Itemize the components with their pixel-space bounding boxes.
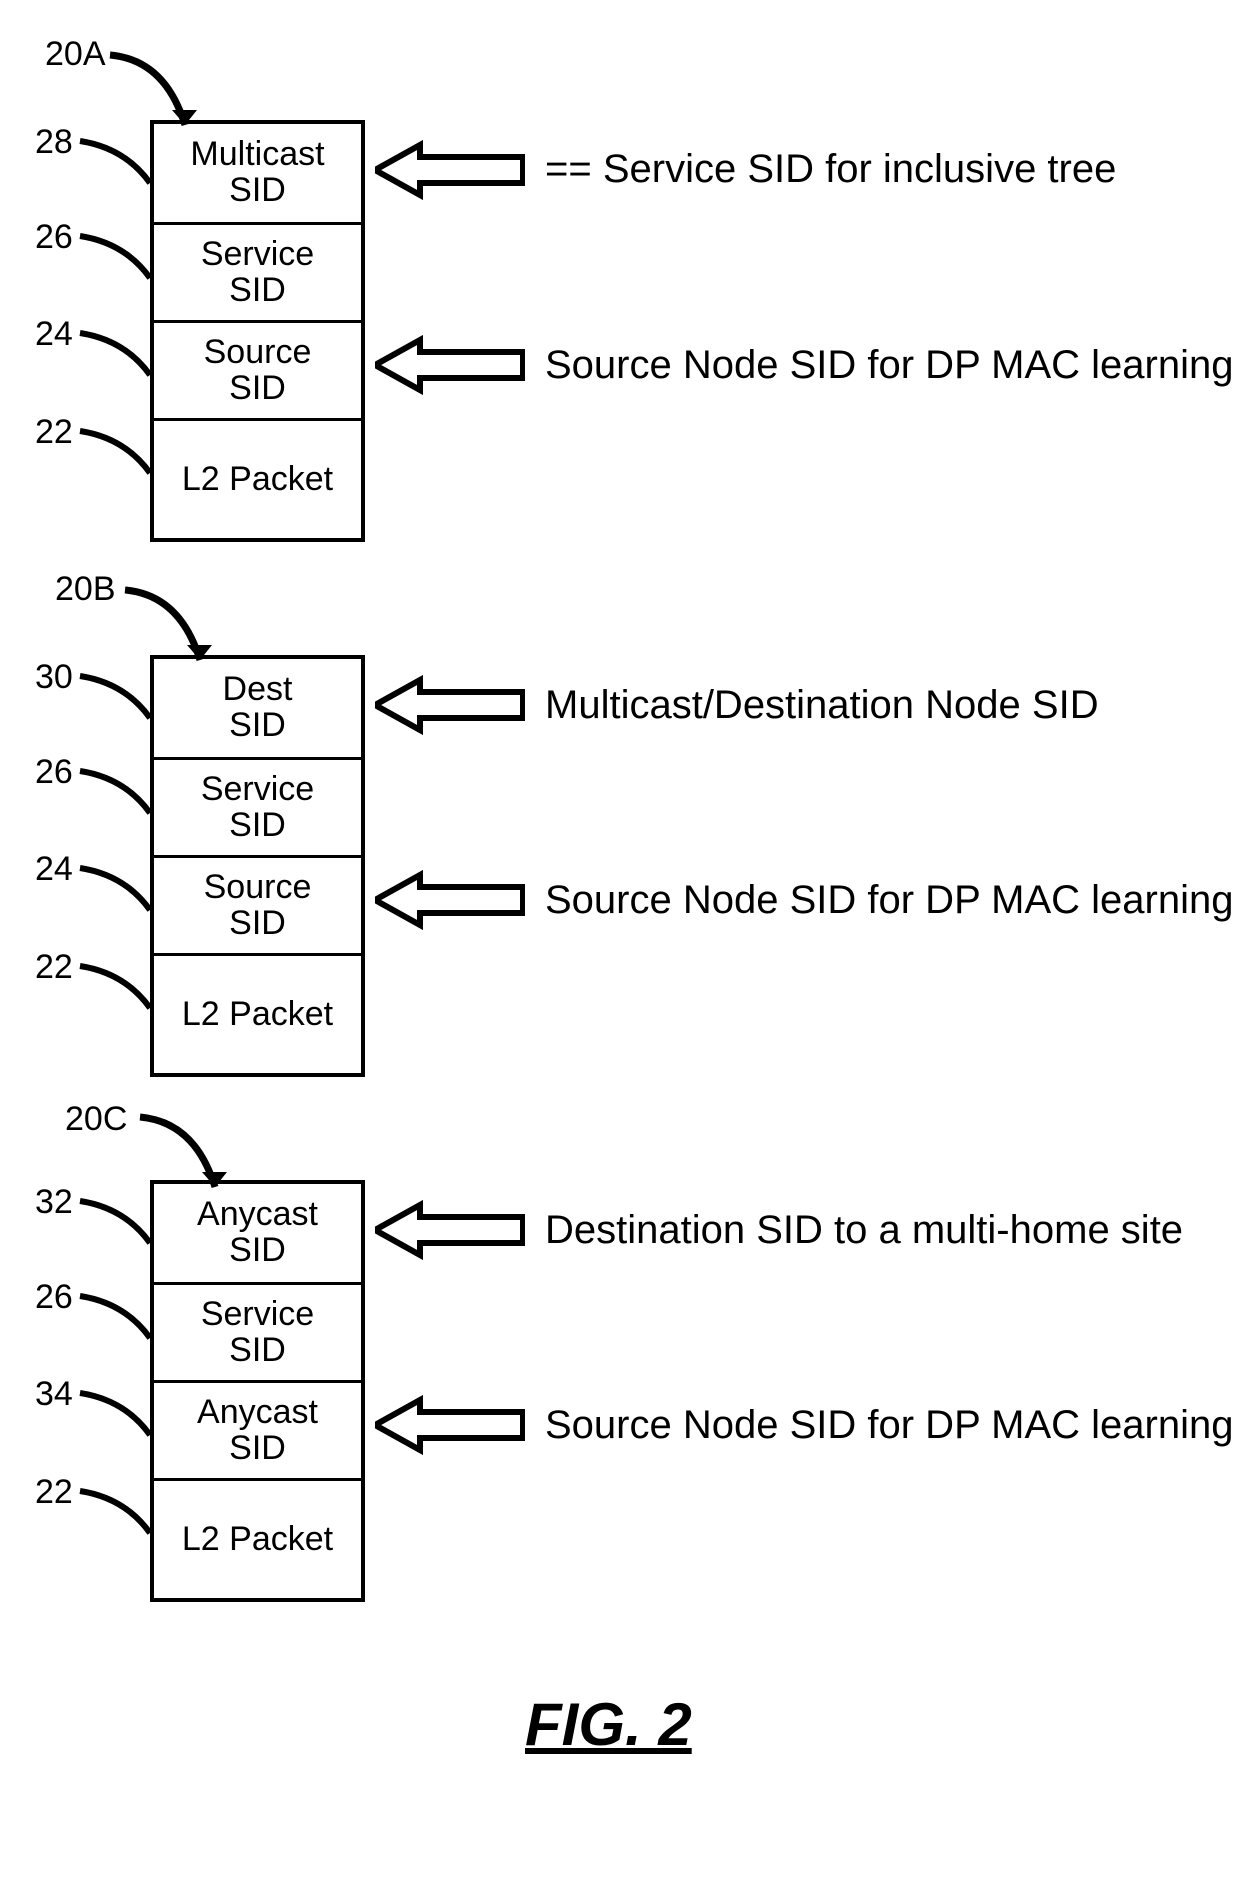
layer-text: Source <box>204 870 312 906</box>
stack-A-layer-0: Multicast SID <box>154 124 361 222</box>
layer-text: Multicast <box>190 137 324 173</box>
ref-32: 32 <box>35 1183 73 1222</box>
stack-C-layer-2: Anycast SID <box>154 1380 361 1478</box>
annot-B2: Source Node SID for DP MAC learning <box>545 878 1233 923</box>
ref-26: 26 <box>35 1278 73 1317</box>
ref-24: 24 <box>35 315 73 354</box>
stack-20C: Anycast SID Service SID Anycast SID L2 P… <box>150 1180 365 1602</box>
ref-22: 22 <box>35 948 73 987</box>
layer-text: L2 Packet <box>182 997 333 1033</box>
annot-C0: Destination SID to a multi-home site <box>545 1208 1183 1253</box>
tick-icon <box>75 133 155 188</box>
layer-text: SID <box>229 808 286 844</box>
ref-24: 24 <box>35 850 73 889</box>
layer-text: Anycast <box>197 1395 318 1431</box>
stack-B-layer-0: Dest SID <box>154 659 361 757</box>
stack-B-layer-1: Service SID <box>154 757 361 855</box>
tick-icon <box>75 668 155 723</box>
left-arrow-icon <box>375 335 525 395</box>
annot-A0: == Service SID for inclusive tree <box>545 147 1116 192</box>
left-arrow-icon <box>375 1395 525 1455</box>
layer-text: L2 Packet <box>182 462 333 498</box>
tick-icon <box>75 860 155 915</box>
stack-C-layer-0: Anycast SID <box>154 1184 361 1282</box>
stack-B-layer-2: Source SID <box>154 855 361 953</box>
layer-text: Dest <box>223 672 293 708</box>
ref-26: 26 <box>35 218 73 257</box>
stack-20A: Multicast SID Service SID Source SID L2 … <box>150 120 365 542</box>
layer-text: SID <box>229 173 286 209</box>
layer-text: SID <box>229 371 286 407</box>
left-arrow-icon <box>375 140 525 200</box>
ref-28: 28 <box>35 123 73 162</box>
tick-icon <box>75 423 155 478</box>
stack-20B: Dest SID Service SID Source SID L2 Packe… <box>150 655 365 1077</box>
tick-icon <box>75 228 155 283</box>
tick-icon <box>75 1483 155 1538</box>
layer-text: SID <box>229 708 286 744</box>
annot-B0: Multicast/Destination Node SID <box>545 683 1099 728</box>
layer-text: SID <box>229 1233 286 1269</box>
figure-label: FIG. 2 <box>525 1690 692 1759</box>
tick-icon <box>75 1385 155 1440</box>
ref-26: 26 <box>35 753 73 792</box>
stack-C-layer-3: L2 Packet <box>154 1478 361 1598</box>
layer-text: Source <box>204 335 312 371</box>
layer-text: L2 Packet <box>182 1522 333 1558</box>
tick-icon <box>75 1288 155 1343</box>
tick-icon <box>75 958 155 1013</box>
stack-A-layer-3: L2 Packet <box>154 418 361 538</box>
tick-icon <box>75 1193 155 1248</box>
stack-A-layer-1: Service SID <box>154 222 361 320</box>
stack-B-layer-3: L2 Packet <box>154 953 361 1073</box>
ref-22: 22 <box>35 413 73 452</box>
tick-icon <box>75 325 155 380</box>
figure-page: 20A Multicast SID Service SID Source SID… <box>0 0 1240 1885</box>
ref-30: 30 <box>35 658 73 697</box>
layer-text: Service <box>201 1297 314 1333</box>
layer-text: SID <box>229 273 286 309</box>
left-arrow-icon <box>375 1200 525 1260</box>
left-arrow-icon <box>375 675 525 735</box>
left-arrow-icon <box>375 870 525 930</box>
stack-C-layer-1: Service SID <box>154 1282 361 1380</box>
layer-text: SID <box>229 1333 286 1369</box>
annot-A2: Source Node SID for DP MAC learning <box>545 343 1233 388</box>
ref-20B: 20B <box>55 570 116 609</box>
stack-A-layer-2: Source SID <box>154 320 361 418</box>
layer-text: SID <box>229 906 286 942</box>
ref-20C: 20C <box>65 1100 127 1139</box>
ref-22: 22 <box>35 1473 73 1512</box>
ref-34: 34 <box>35 1375 73 1414</box>
layer-text: Service <box>201 237 314 273</box>
layer-text: SID <box>229 1431 286 1467</box>
ref-20A: 20A <box>45 35 106 74</box>
annot-C2: Source Node SID for DP MAC learning <box>545 1403 1233 1448</box>
layer-text: Anycast <box>197 1197 318 1233</box>
tick-icon <box>75 763 155 818</box>
layer-text: Service <box>201 772 314 808</box>
